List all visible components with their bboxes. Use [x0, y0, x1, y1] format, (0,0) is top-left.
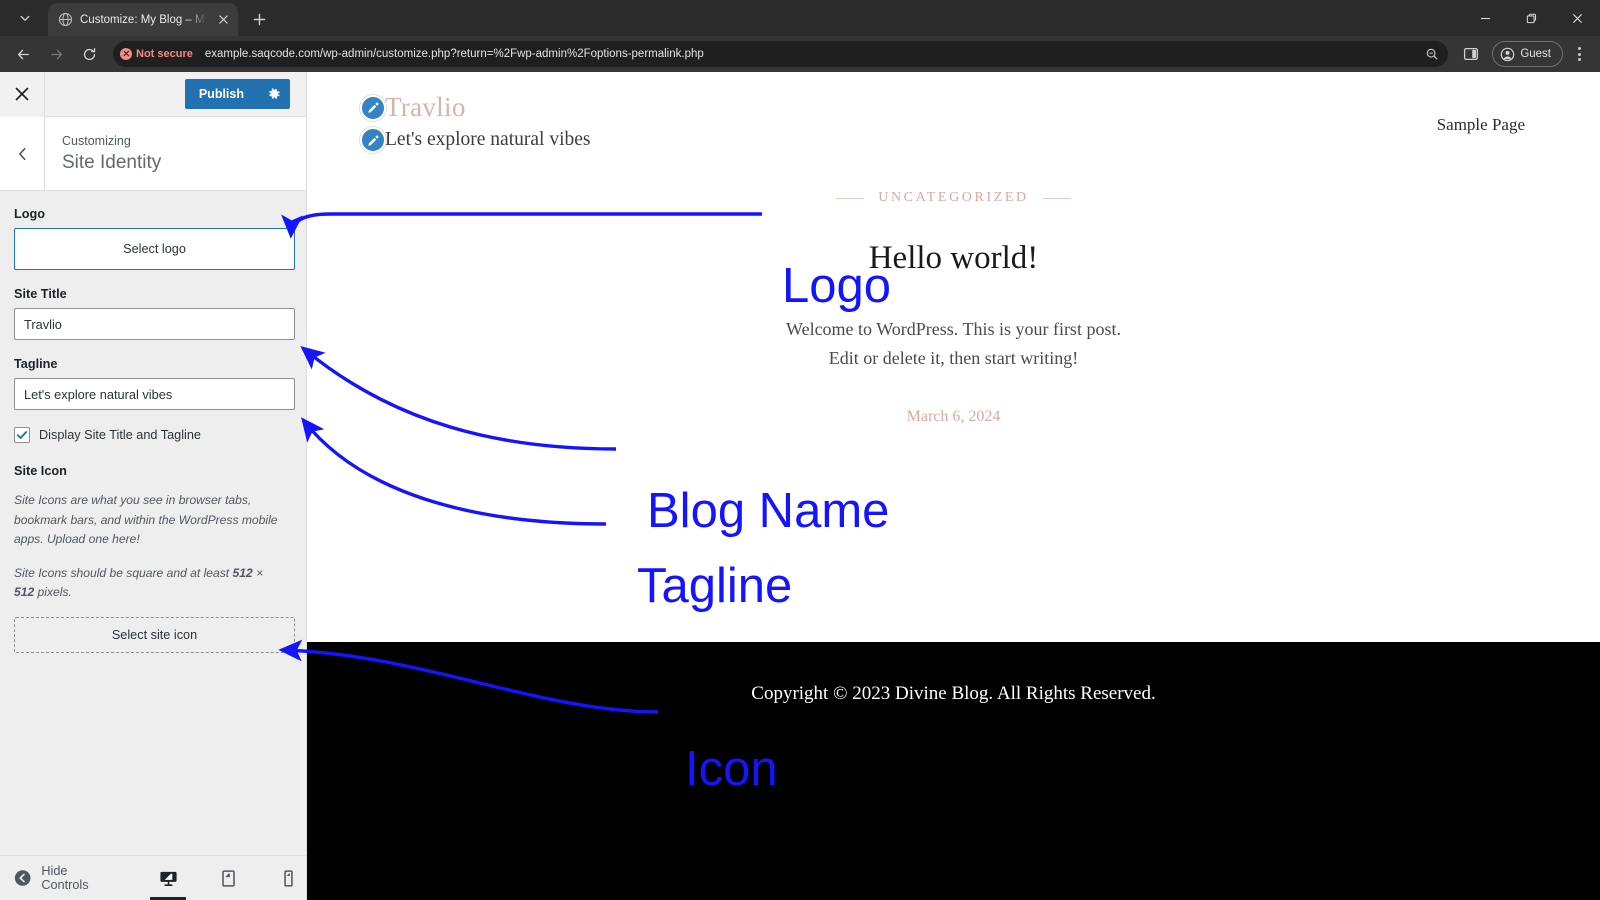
category-dash-left [836, 197, 865, 199]
minimize-icon[interactable] [1462, 0, 1508, 36]
close-icon [15, 87, 29, 101]
site-branding: Travlio Let's explore natural vibes [360, 92, 590, 153]
device-mobile-button[interactable] [270, 856, 306, 900]
site-header: Travlio Let's explore natural vibes Samp… [307, 72, 1600, 182]
close-customizer-button[interactable] [0, 71, 45, 117]
tab-search-icon[interactable] [4, 3, 46, 33]
collapse-left-icon [14, 870, 31, 886]
display-title-tagline-label: Display Site Title and Tagline [39, 428, 201, 442]
profile-label: Guest [1520, 48, 1551, 60]
tab-title: Customize: My Blog – My Word [80, 13, 207, 26]
select-site-icon-button[interactable]: Select site icon [14, 616, 295, 653]
search-zoom-icon[interactable] [1420, 42, 1444, 66]
section-header-text: Customizing Site Identity [45, 117, 306, 190]
customizer-topbar: Publish [0, 71, 306, 117]
globe-icon [58, 12, 73, 27]
publish-settings-button[interactable] [258, 79, 290, 109]
customizer-controls: Logo Select logo Site Title Travlio Tagl… [0, 191, 306, 855]
post-title[interactable]: Hello world! [307, 240, 1600, 277]
browser-tabstrip: Customize: My Blog – My Word [0, 0, 1600, 36]
publish-group: Publish [184, 79, 290, 109]
tagline-label: Tagline [14, 357, 58, 371]
omnibox-actions [1420, 42, 1444, 66]
hide-controls-button[interactable]: Hide Controls [0, 864, 108, 892]
tablet-icon [221, 869, 235, 887]
site-icon-help-2: Site Icons should be square and at least… [14, 564, 286, 603]
category-label[interactable]: UNCATEGORIZED [878, 190, 1028, 206]
site-icon-help-1: Site Icons are what you see in browser t… [14, 493, 278, 547]
post-category: UNCATEGORIZED [307, 190, 1600, 206]
help-size-1: 512 [232, 565, 253, 580]
logo-label: Logo [14, 207, 46, 221]
customizer-section-header: Customizing Site Identity [0, 117, 306, 191]
site-footer: Copyright © 2023 Divine Blog. All Rights… [307, 642, 1600, 900]
new-tab-button[interactable] [245, 5, 273, 33]
gear-icon [269, 88, 280, 99]
footer-copyright: Copyright © 2023 Divine Blog. All Rights… [751, 683, 1156, 704]
kebab-dot [1577, 47, 1581, 50]
not-secure-label: Not secure [136, 48, 193, 60]
kebab-dot [1577, 52, 1581, 56]
help-size-2: 512 [14, 585, 35, 600]
device-tablet-button[interactable] [210, 856, 246, 900]
category-dash-right [1042, 197, 1071, 199]
app-body: Publish Customizing Site Identity Logo S… [0, 71, 1600, 900]
url-text: example.saqcode.com/wp-admin/customize.p… [204, 48, 704, 60]
account-circle-icon [1501, 47, 1515, 61]
back-button[interactable] [0, 117, 45, 190]
post-excerpt-line-1: Welcome to WordPress. This is your first… [786, 319, 1121, 339]
site-title-label: Site Title [14, 287, 67, 301]
mobile-icon [283, 869, 293, 887]
select-logo-button[interactable]: Select logo [14, 228, 295, 270]
pencil-edit-icon[interactable] [360, 127, 386, 153]
display-title-tagline-checkbox[interactable] [14, 427, 30, 443]
address-bar[interactable]: Not secure example.saqcode.com/wp-admin/… [113, 41, 1449, 67]
help-prefix: Site Icons should be square and at least [14, 565, 233, 580]
customizer-footer: Hide Controls [0, 855, 306, 900]
site-preview: Travlio Let's explore natural vibes Samp… [307, 72, 1600, 900]
profile-button[interactable]: Guest [1492, 41, 1563, 67]
device-preview-buttons [150, 856, 306, 900]
post-date: March 6, 2024 [906, 408, 1001, 426]
site-name[interactable]: Travlio [385, 92, 466, 123]
display-title-tagline-row[interactable]: Display Site Title and Tagline [14, 427, 292, 443]
browser-menu-button[interactable] [1566, 39, 1592, 69]
site-tagline[interactable]: Let's explore natural vibes [385, 129, 590, 151]
browser-tab[interactable]: Customize: My Blog – My Word [48, 3, 238, 36]
side-panel-icon[interactable] [1456, 39, 1486, 69]
site-tagline-row: Let's explore natural vibes [360, 127, 590, 153]
publish-button[interactable]: Publish [184, 79, 258, 109]
not-secure-badge[interactable]: Not secure [120, 48, 199, 60]
site-name-row: Travlio [360, 92, 590, 123]
hide-controls-label: Hide Controls [41, 864, 89, 892]
browser-toolbar: Not secure example.saqcode.com/wp-admin/… [0, 36, 1600, 72]
chevron-left-icon [18, 147, 26, 160]
kebab-dot [1577, 58, 1581, 61]
back-button[interactable] [8, 39, 38, 69]
reload-button[interactable] [74, 39, 104, 69]
site-icon-label: Site Icon [14, 464, 67, 478]
pencil-edit-icon[interactable] [360, 94, 386, 121]
tagline-input[interactable]: Let's explore natural vibes [14, 378, 295, 410]
checkmark-icon [16, 431, 28, 439]
customizing-eyebrow: Customizing [62, 133, 131, 148]
forward-button[interactable] [41, 39, 71, 69]
post-excerpt-line-2: Edit or delete it, then start writing! [828, 348, 1079, 369]
window-close-icon[interactable] [1554, 0, 1600, 36]
site-title-input[interactable]: Travlio [14, 308, 295, 340]
not-secure-icon [120, 48, 132, 60]
page-title: Site Identity [62, 151, 162, 173]
window-controls [1462, 0, 1600, 36]
browser-chrome: Customize: My Blog – My Word [0, 0, 1600, 72]
desktop-icon [159, 871, 177, 886]
help-mid: × [252, 565, 264, 580]
nav-link-sample-page[interactable]: Sample Page [1437, 115, 1525, 135]
restore-icon[interactable] [1508, 0, 1554, 36]
device-desktop-button[interactable] [150, 856, 186, 900]
help-suffix: pixels. [34, 585, 72, 600]
tab-close-icon[interactable] [214, 11, 232, 29]
post-content: UNCATEGORIZED Hello world! Welcome to Wo… [307, 182, 1600, 426]
post-excerpt: Welcome to WordPress. This is your first… [307, 315, 1600, 373]
customizer-sidebar: Publish Customizing Site Identity Logo S… [0, 71, 307, 900]
